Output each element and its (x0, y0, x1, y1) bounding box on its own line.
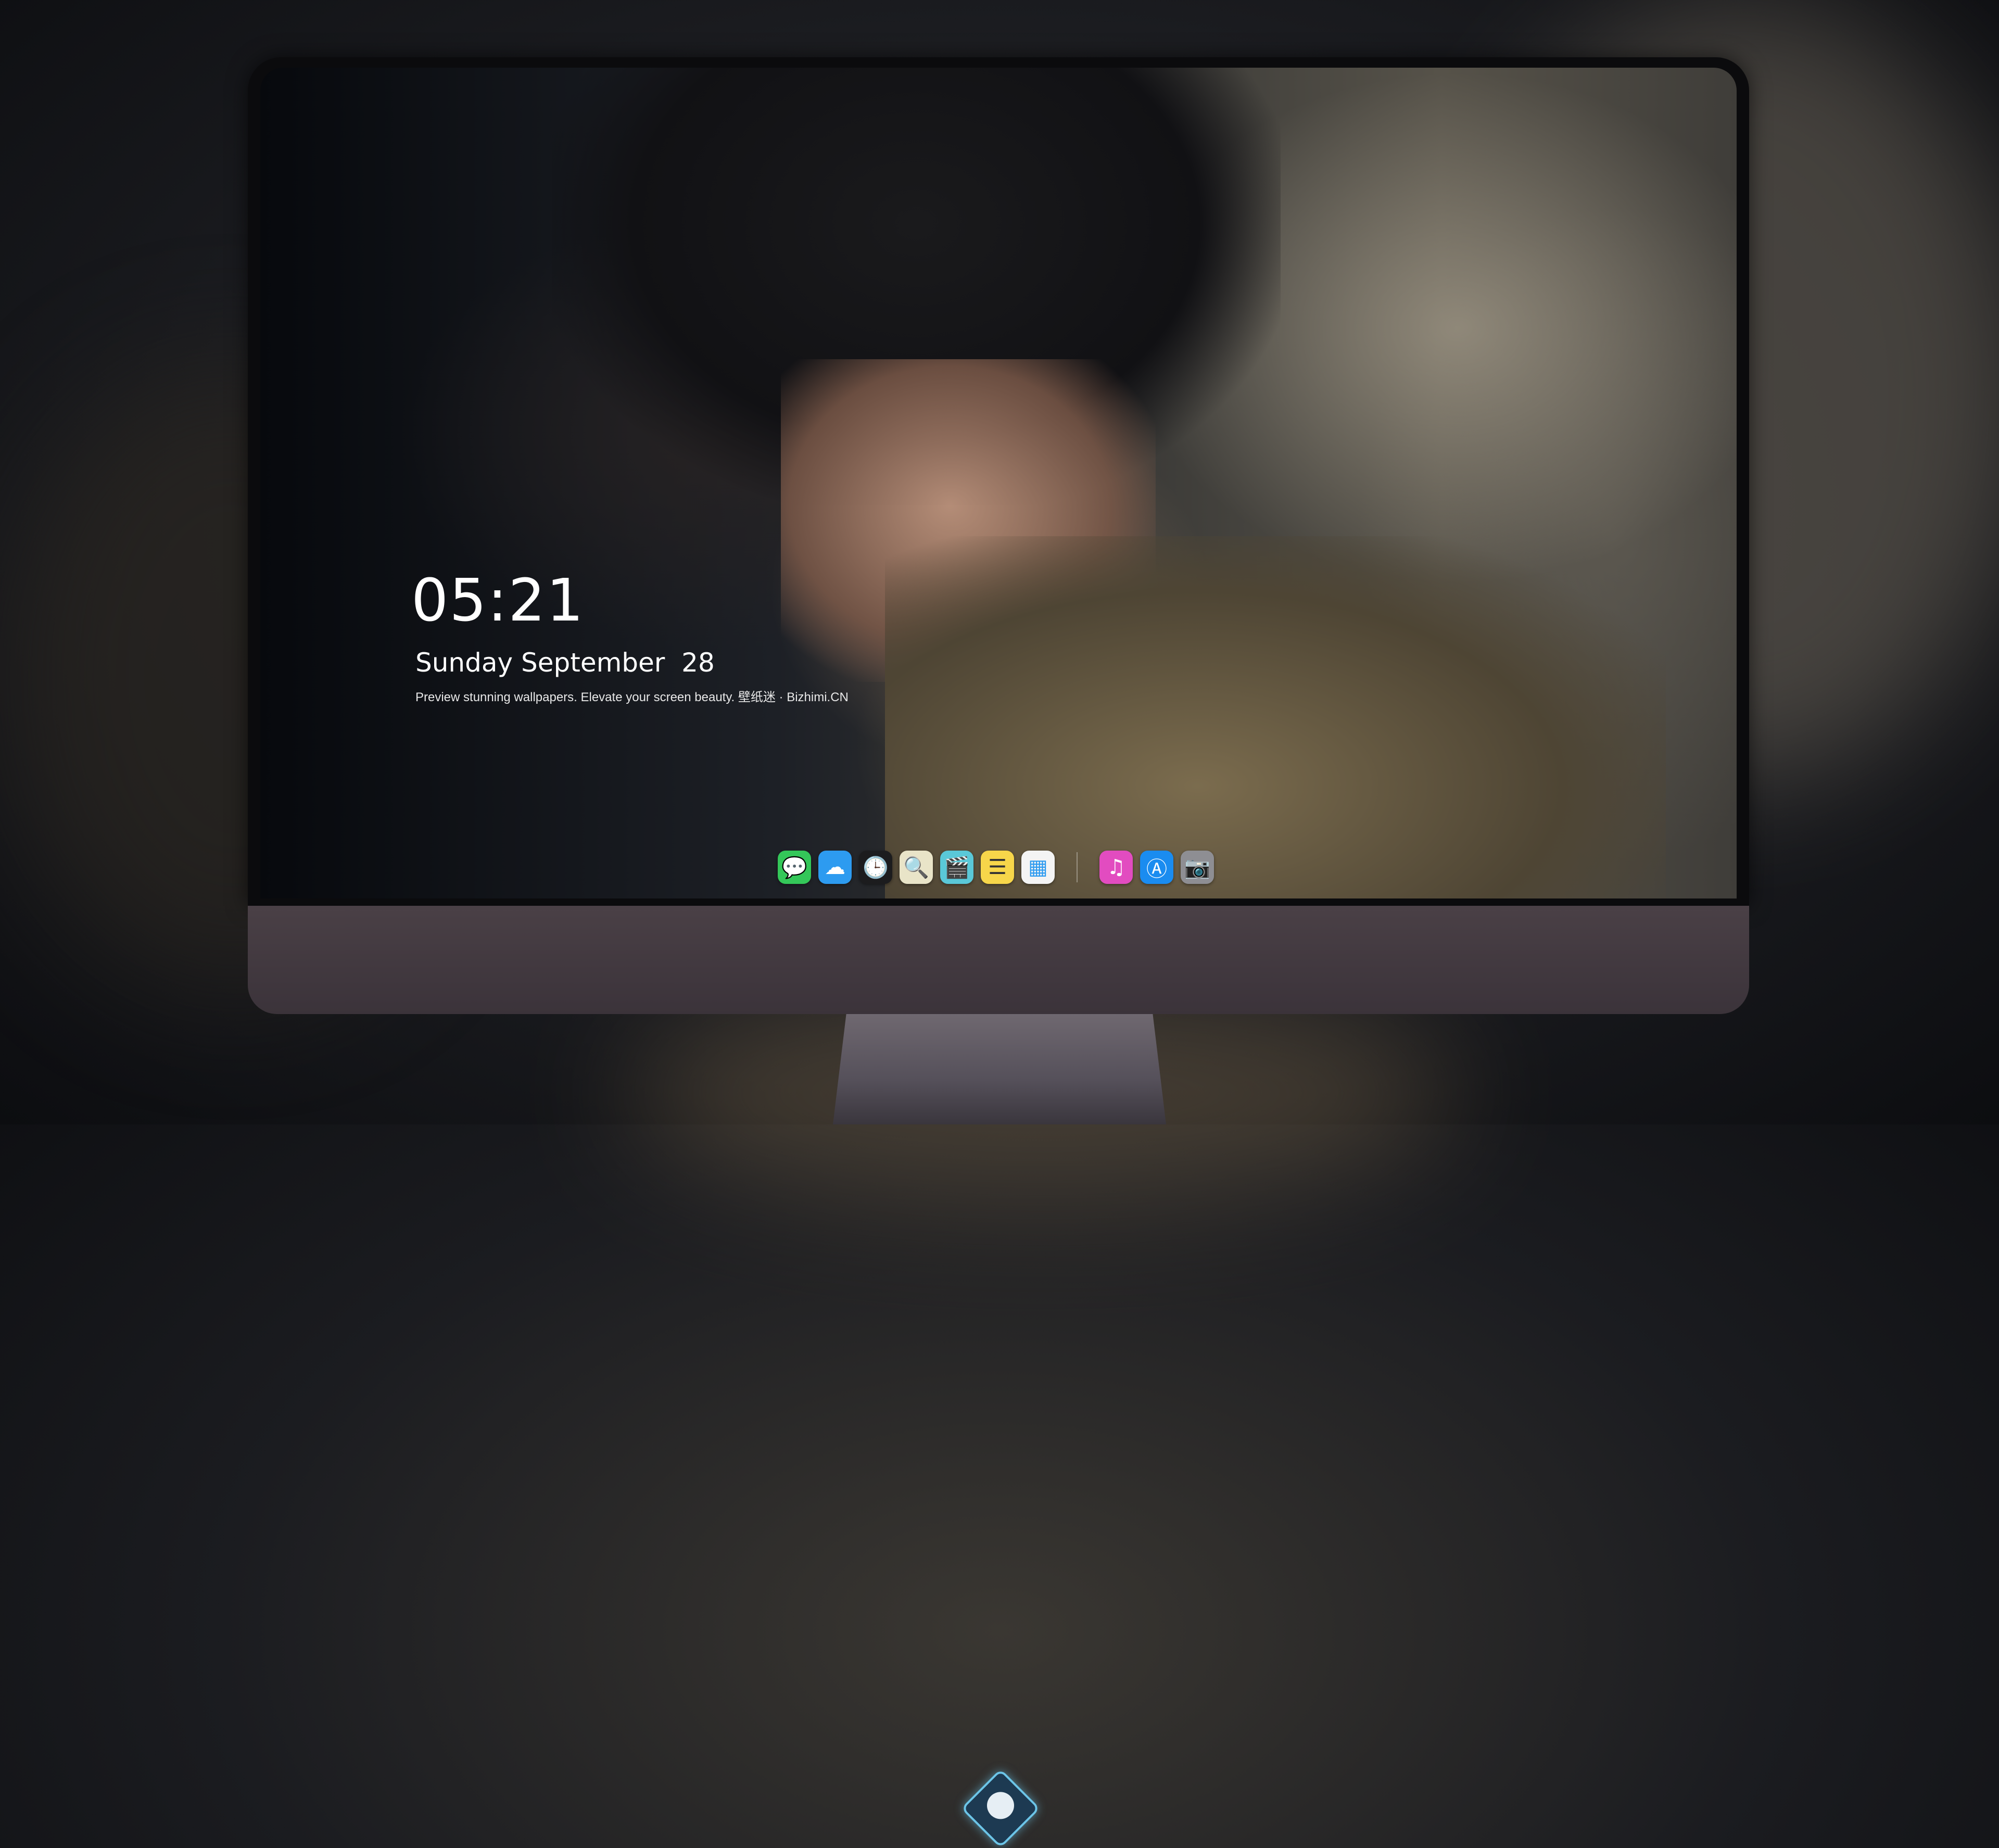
monitor-stand (833, 1014, 1166, 1124)
clock-icon[interactable]: 🕒 (859, 851, 892, 884)
monitor-bezel: 05:21 Sunday September 28 Preview stunni… (248, 57, 1749, 906)
notes-icon[interactable]: ☰ (981, 851, 1014, 884)
clapperboard-icon[interactable]: 🎬 (940, 851, 973, 884)
dock: 💬 ☁ 🕒 🔍 🎬 ☰ ▦ ♫ Ⓐ 📷 (778, 847, 1242, 887)
preview-icon[interactable]: 🔍 (900, 851, 933, 884)
lockscreen-date: Sunday September 28 (415, 648, 715, 678)
photos-icon[interactable]: ▦ (1021, 851, 1055, 884)
monitor-chin (248, 906, 1749, 1848)
music-icon[interactable]: ♫ (1099, 851, 1133, 884)
brand-logo-icon (960, 1768, 1041, 1848)
messages-icon[interactable]: 💬 (778, 851, 811, 884)
weather-icon[interactable]: ☁ (818, 851, 852, 884)
dock-separator (1077, 852, 1078, 882)
lockscreen-time: 05:21 (411, 567, 585, 635)
logo-mascot (981, 1786, 1020, 1825)
lockscreen-tagline: Preview stunning wallpapers. Elevate you… (415, 690, 849, 704)
screen-wallpaper: 05:21 Sunday September 28 Preview stunni… (260, 68, 1737, 898)
wallpaper-figure-shirt (885, 536, 1666, 898)
app-store-icon[interactable]: Ⓐ (1140, 851, 1173, 884)
camera-icon[interactable]: 📷 (1181, 851, 1214, 884)
monitor: 05:21 Sunday September 28 Preview stunni… (248, 57, 1749, 1848)
